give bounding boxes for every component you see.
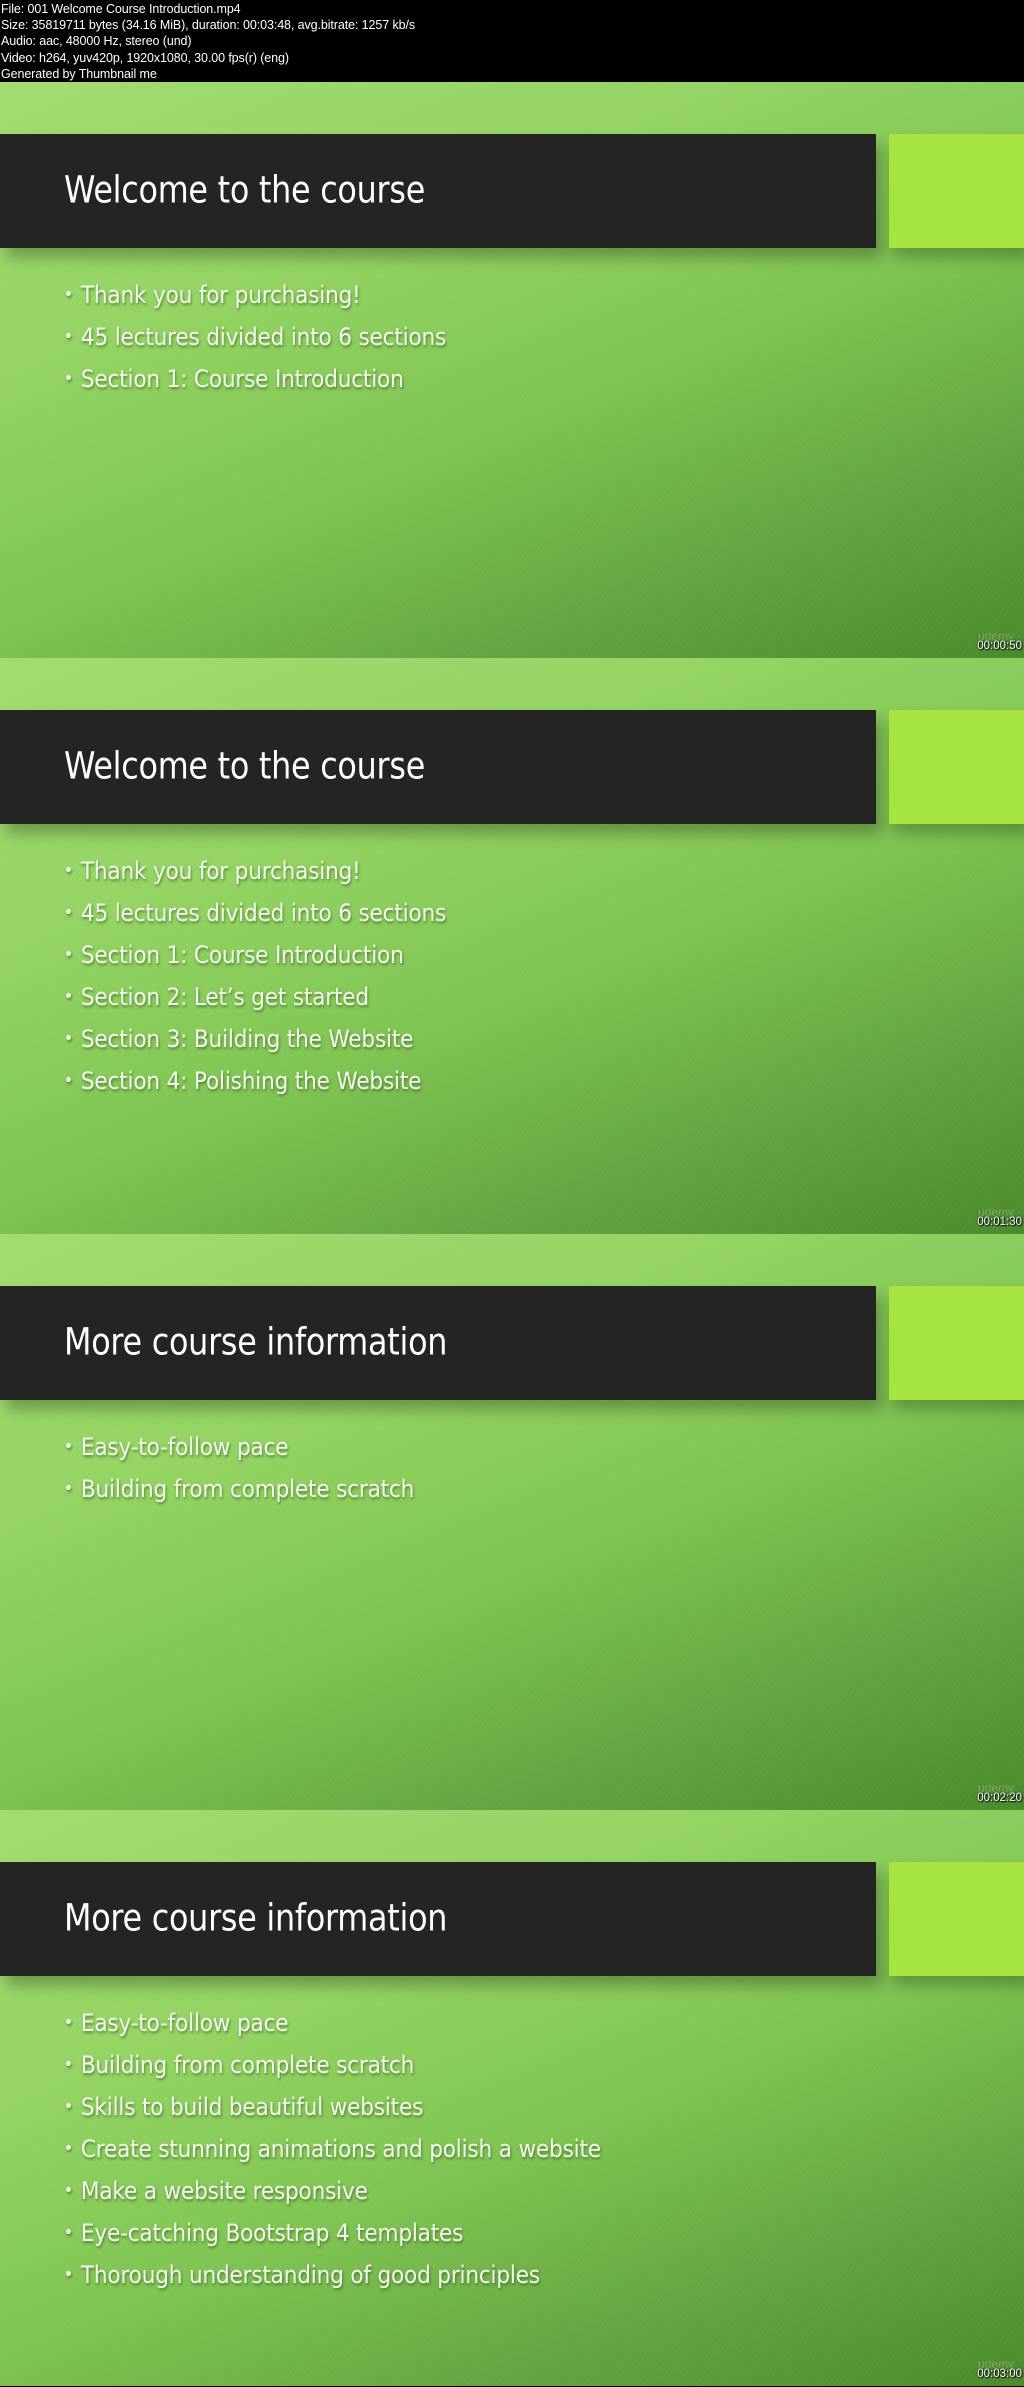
video-frame-thumbnail-4: More course information • Easy-to-follow … [0, 1810, 1024, 2386]
slide-title-bar: More course information [0, 1286, 876, 1400]
bullet-dot-icon: • [63, 326, 74, 347]
bullet-text: Thank you for purchasing! [80, 281, 361, 309]
bullet-text: Section 4: Polishing the Website [80, 1067, 422, 1095]
bullet-dot-icon: • [63, 944, 74, 965]
bullet-dot-icon: • [63, 2180, 74, 2201]
bullet-text: Section 3: Building the Website [80, 1025, 414, 1053]
bullet-dot-icon: • [63, 860, 74, 881]
bullet-item: • Section 2: Let’s get started [62, 980, 446, 1022]
bullet-dot-icon: • [63, 368, 74, 389]
bullet-item: • 45 lectures divided into 6 sections [62, 896, 446, 938]
bullet-item: • Easy-to-follow pace [62, 1430, 414, 1472]
generator-line: Generated by Thumbnail me [1, 66, 157, 81]
bullet-text: Section 1: Course Introduction [80, 941, 404, 969]
bullet-item: • 45 lectures divided into 6 sections [62, 320, 446, 362]
bullet-text: Building from complete scratch [80, 1475, 415, 1503]
bullet-item: • Section 3: Building the Website [62, 1022, 446, 1064]
bullet-text: Thank you for purchasing! [80, 857, 361, 885]
bullet-dot-icon: • [63, 2054, 74, 2075]
accent-box [889, 134, 1024, 248]
bullet-text: Building from complete scratch [80, 2051, 415, 2079]
slide-title: Welcome to the course [64, 168, 426, 212]
bullet-text: Easy-to-follow pace [80, 2009, 289, 2037]
bullet-dot-icon: • [63, 2222, 74, 2243]
bullet-item: • Building from complete scratch [62, 2048, 601, 2090]
bullet-dot-icon: • [63, 1478, 74, 1499]
slide-title: More course information [64, 1896, 448, 1940]
bullet-text: Create stunning animations and polish a … [80, 2135, 601, 2163]
slide-title-bar: Welcome to the course [0, 710, 876, 824]
bullet-dot-icon: • [63, 986, 74, 1007]
bullet-list: • Thank you for purchasing! • 45 lectures d… [62, 278, 489, 404]
size-duration-line: Size: 35819711 bytes (34.16 MiB), durati… [1, 18, 415, 33]
bullet-item: • Thank you for purchasing! [62, 278, 446, 320]
frame-timestamp: 00:02:20 [977, 1792, 1022, 1804]
accent-box [889, 1286, 1024, 1400]
bullet-text: Section 2: Let’s get started [80, 983, 369, 1011]
frame-timestamp: 00:01:30 [977, 1216, 1022, 1228]
frame-timestamp: 00:00:50 [977, 640, 1022, 652]
video-info-line: Video: h264, yuv420p, 1920x1080, 30.00 f… [1, 50, 289, 65]
bullet-item: • Section 1: Course Introduction [62, 938, 446, 980]
bullet-item: • Make a website responsive [62, 2174, 601, 2216]
slide-title-bar: Welcome to the course [0, 134, 876, 248]
bullet-dot-icon: • [63, 902, 74, 923]
frame-timestamp: 00:03:00 [977, 2368, 1022, 2380]
bullet-text: Thorough understanding of good principle… [80, 2261, 540, 2289]
audio-info-line: Audio: aac, 48000 Hz, stereo (und) [1, 34, 192, 49]
bullet-item: • Skills to build beautiful websites [62, 2090, 601, 2132]
bullet-item: • Eye-catching Bootstrap 4 templates [62, 2216, 601, 2258]
accent-box [889, 1862, 1024, 1976]
bullet-text: 45 lectures divided into 6 sections [80, 899, 447, 927]
bullet-text: Eye-catching Bootstrap 4 templates [80, 2219, 464, 2247]
slide-title-bar: More course information [0, 1862, 876, 1976]
accent-box [889, 710, 1024, 824]
thumbnail-grid: Welcome to the course • Thank you for pur… [0, 82, 1024, 2386]
bullet-dot-icon: • [63, 2264, 74, 2285]
file-name-line: File: 001 Welcome Course Introduction.mp… [1, 2, 241, 16]
bullet-item: • Thank you for purchasing! [62, 854, 446, 896]
video-info-header: File: 001 Welcome Course Introduction.mp… [0, 0, 1024, 82]
bullet-list: • Easy-to-follow pace • Building from compl… [62, 1430, 453, 1514]
video-frame-thumbnail-3: More course information • Easy-to-follow … [0, 1234, 1024, 1810]
bullet-dot-icon: • [63, 2138, 74, 2159]
bullet-dot-icon: • [63, 2096, 74, 2117]
bullet-text: 45 lectures divided into 6 sections [80, 323, 447, 351]
bullet-item: • Building from complete scratch [62, 1472, 415, 1514]
bullet-item: • Thorough understanding of good principl… [62, 2258, 601, 2300]
bullet-list: • Thank you for purchasing! • 45 lectures d… [62, 854, 489, 1106]
video-frame-thumbnail-2: Welcome to the course • Thank you for pur… [0, 658, 1024, 1234]
bullet-dot-icon: • [63, 1436, 74, 1457]
bullet-dot-icon: • [63, 1070, 74, 1091]
bullet-text: Skills to build beautiful websites [80, 2093, 424, 2121]
bullet-item: • Easy-to-follow pace [62, 2006, 601, 2048]
bullet-text: Easy-to-follow pace [80, 1433, 289, 1461]
slide-title: More course information [64, 1320, 448, 1364]
bullet-item: • Section 1: Course Introduction [62, 362, 446, 404]
bullet-dot-icon: • [63, 2012, 74, 2033]
bullet-dot-icon: • [63, 1028, 74, 1049]
bullet-text: Section 1: Course Introduction [80, 365, 404, 393]
bullet-list: • Easy-to-follow pace • Building from compl… [62, 2006, 661, 2300]
bullet-dot-icon: • [63, 284, 74, 305]
bullet-item: • Create stunning animations and polish a… [62, 2132, 601, 2174]
video-frame-thumbnail-1: Welcome to the course • Thank you for pur… [0, 82, 1024, 658]
bullet-text: Make a website responsive [80, 2177, 368, 2205]
bullet-item: • Section 4: Polishing the Website [62, 1064, 446, 1106]
slide-title: Welcome to the course [64, 744, 426, 788]
